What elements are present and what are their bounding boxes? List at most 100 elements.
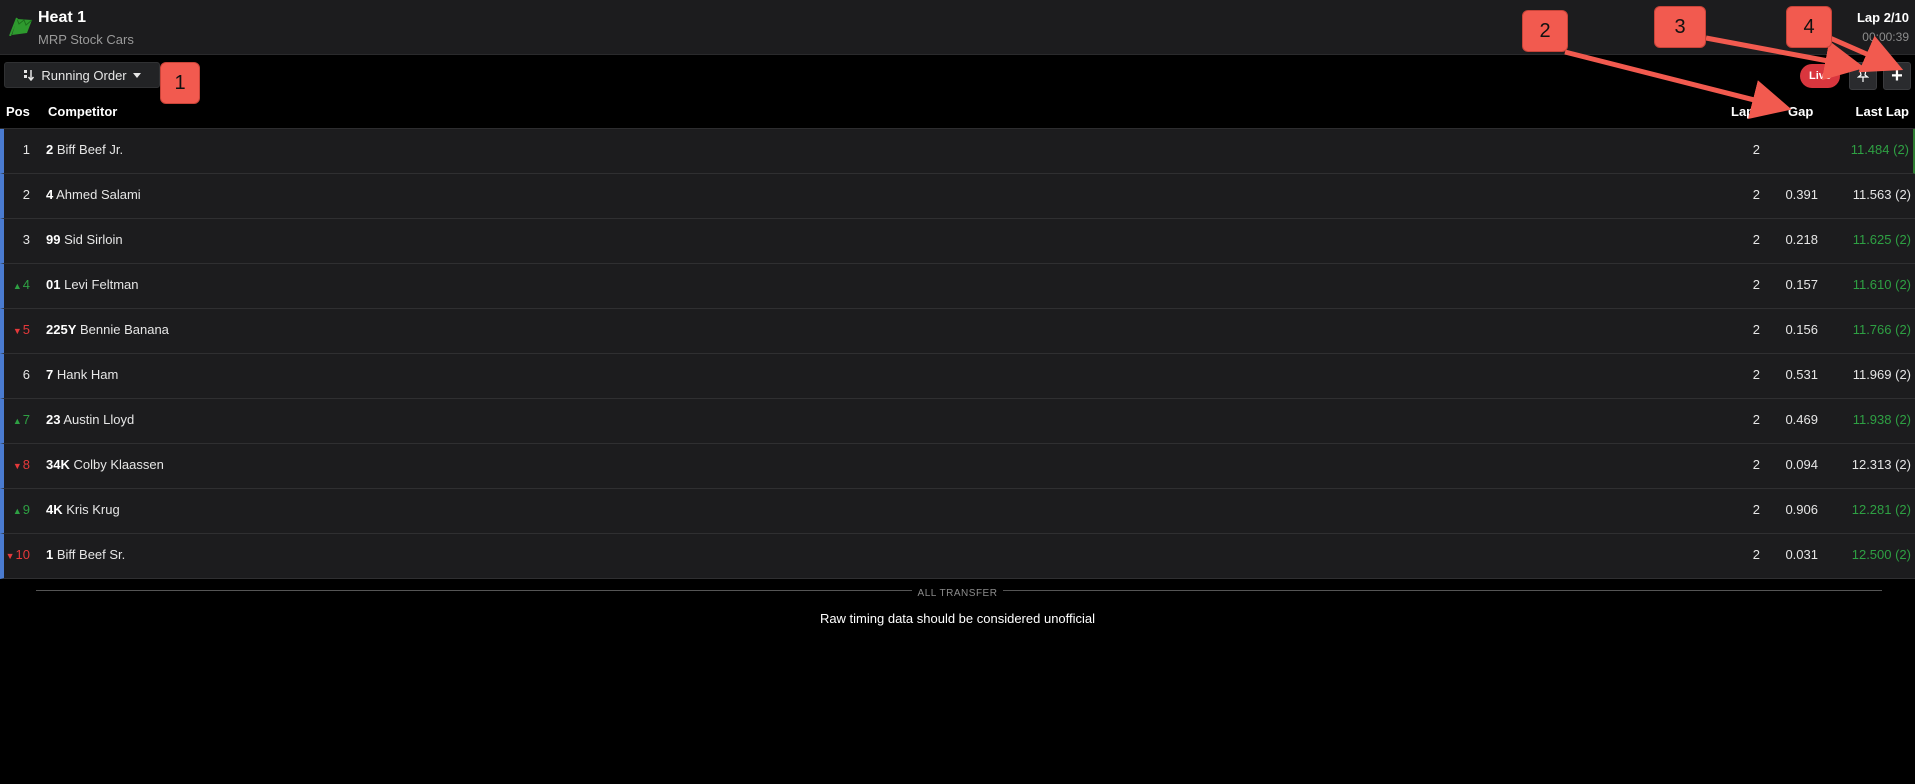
pin-button[interactable] [1849,62,1877,90]
driver-name: Hank Ham [56,367,119,382]
view-dropdown[interactable]: Running Order [4,62,160,88]
callout-2: 2 [1522,10,1568,52]
running-order-table: 1 2 Biff Beef Jr. 2 11.484 (2) 2 4 Ahmed… [0,129,1915,579]
row-lap: 2 [1752,322,1760,337]
row-gap: 0.391 [1785,187,1818,202]
table-row[interactable]: 1 2 Biff Beef Jr. 2 11.484 (2) [0,129,1915,174]
position-down-icon: ▼ [12,326,22,336]
driver-name: Biff Beef Sr. [56,547,126,562]
race-title: Heat 1 [38,9,87,26]
row-lap: 2 [1752,547,1760,562]
callout-3: 3 [1654,6,1706,48]
car-number: 23 [46,412,61,427]
col-lap[interactable]: Lap [1731,104,1754,119]
row-lap: 2 [1752,367,1760,382]
table-row[interactable]: 6 7 Hank Ham 2 0.531 11.969 (2) [0,354,1915,399]
col-pos[interactable]: Pos [6,104,30,119]
row-competitor: 34K Colby Klaassen [46,457,164,472]
race-header: Heat 1 MRP Stock Cars Lap 2/10 00:00:39 [0,0,1915,55]
row-last-lap: 11.484 (2) [1850,142,1909,157]
table-row[interactable]: 2 4 Ahmed Salami 2 0.391 11.563 (2) [0,174,1915,219]
row-gap: 0.531 [1785,367,1818,382]
row-position: 2 [22,187,30,202]
row-last-lap: 12.281 (2) [1851,502,1911,517]
row-lap: 2 [1752,502,1760,517]
driver-name: Levi Feltman [64,277,139,292]
row-position: 1 [22,142,30,157]
add-button[interactable]: + [1883,62,1911,90]
row-competitor: 4K Kris Krug [46,502,120,517]
table-row[interactable]: ▼8 34K Colby Klaassen 2 0.094 12.313 (2) [0,444,1915,489]
car-number: 99 [46,232,61,247]
toolbar: Running Order Live + [0,60,1915,90]
row-last-lap: 11.563 (2) [1852,187,1911,202]
driver-name: Colby Klaassen [73,457,164,472]
row-last-lap: 12.313 (2) [1851,457,1911,472]
position-up-icon: ▲ [12,281,22,291]
row-gap: 0.218 [1785,232,1818,247]
col-competitor[interactable]: Competitor [48,104,117,119]
lap-counter: Lap 2/10 [1856,10,1909,25]
position-up-icon: ▲ [12,506,22,516]
row-competitor: 99 Sid Sirloin [46,232,123,247]
table-row[interactable]: ▼10 1 Biff Beef Sr. 2 0.031 12.500 (2) [0,534,1915,579]
row-lap: 2 [1752,457,1760,472]
row-last-lap: 11.625 (2) [1852,232,1911,247]
row-position: ▼10 [5,547,30,562]
row-competitor: 01 Levi Feltman [46,277,139,292]
driver-name: Kris Krug [66,502,120,517]
row-lap: 2 [1752,142,1760,157]
row-competitor: 2 Biff Beef Jr. [46,142,123,157]
row-competitor: 23 Austin Lloyd [46,412,134,427]
row-competitor: 7 Hank Ham [46,367,118,382]
table-row[interactable]: ▼5 225Y Bennie Banana 2 0.156 11.766 (2) [0,309,1915,354]
row-competitor: 225Y Bennie Banana [46,322,169,337]
driver-name: Biff Beef Jr. [56,142,124,157]
row-lap: 2 [1752,187,1760,202]
row-position: 6 [22,367,30,382]
row-lap: 2 [1752,412,1760,427]
lap-info: Lap 2/10 00:00:39 [1857,10,1909,44]
live-button[interactable]: Live [1800,64,1840,88]
row-gap: 0.156 [1785,322,1818,337]
row-competitor: 4 Ahmed Salami [46,187,141,202]
sort-icon [24,70,35,81]
col-gap[interactable]: Gap [1788,104,1813,119]
row-last-lap: 11.938 (2) [1852,412,1911,427]
disclaimer: Raw timing data should be considered uno… [819,611,1096,626]
transfer-label: ALL TRANSFER [911,588,1004,599]
transfer-label-wrap: ALL TRANSFER [0,583,1915,601]
row-last-lap: 11.766 (2) [1852,322,1911,337]
callout-4: 4 [1786,6,1832,48]
position-down-icon: ▼ [12,461,22,471]
driver-name: Bennie Banana [80,322,169,337]
table-row[interactable]: ▲9 4K Kris Krug 2 0.906 12.281 (2) [0,489,1915,534]
table-row[interactable]: ▲4 01 Levi Feltman 2 0.157 11.610 (2) [0,264,1915,309]
car-number: 01 [46,277,61,292]
pin-icon [1857,69,1869,82]
row-lap: 2 [1752,277,1760,292]
row-last-lap: 11.610 (2) [1852,277,1911,292]
row-position: 3 [22,232,30,247]
row-gap: 0.469 [1785,412,1818,427]
row-gap: 0.157 [1785,277,1818,292]
car-number: 7 [46,367,54,382]
col-last-lap[interactable]: Last Lap [1856,104,1909,119]
driver-name: Ahmed Salami [56,187,141,202]
row-competitor: 1 Biff Beef Sr. [46,547,125,562]
table-header: Pos Competitor Lap Gap Last Lap [0,100,1915,129]
view-dropdown-label: Running Order [41,67,127,83]
caret-down-icon [132,72,141,78]
table-row[interactable]: 3 99 Sid Sirloin 2 0.218 11.625 (2) [0,219,1915,264]
position-up-icon: ▲ [12,416,22,426]
row-lap: 2 [1752,232,1760,247]
race-class: MRP Stock Cars [38,32,134,47]
row-position: ▼8 [12,457,30,472]
driver-name: Austin Lloyd [63,412,135,427]
callout-1: 1 [160,62,200,104]
table-row[interactable]: ▲7 23 Austin Lloyd 2 0.469 11.938 (2) [0,399,1915,444]
green-flag-icon [9,17,33,36]
row-last-lap: 12.500 (2) [1851,547,1911,562]
car-number: 34K [46,457,70,472]
car-number: 2 [46,142,54,157]
